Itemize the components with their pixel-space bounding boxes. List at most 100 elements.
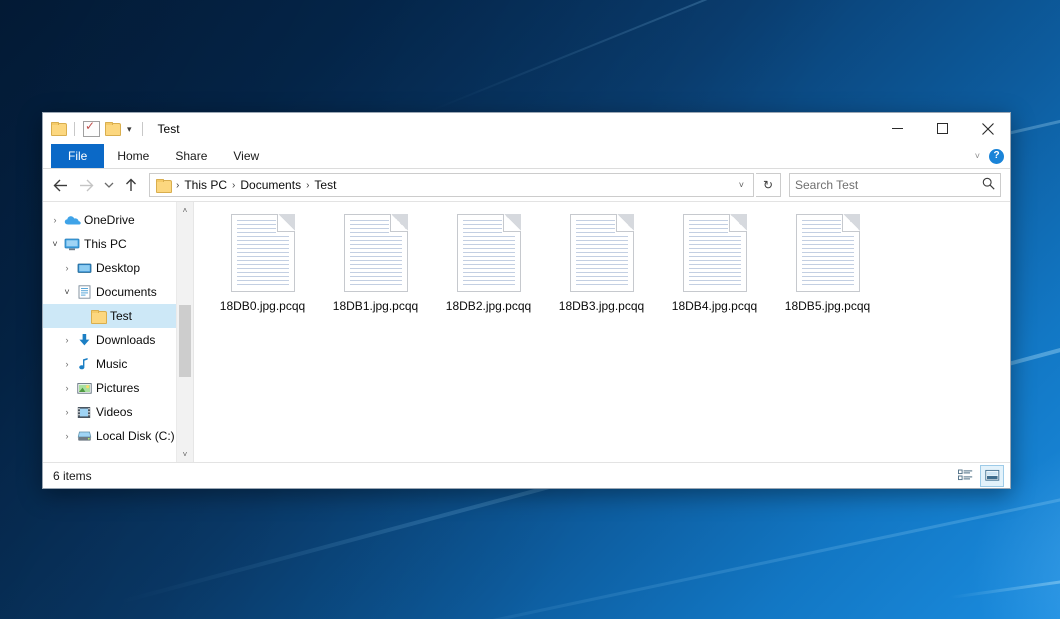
tab-home[interactable]: Home: [104, 144, 162, 168]
breadcrumb-item-this-pc[interactable]: This PC: [181, 178, 230, 192]
file-name-label: 18DB1.jpg.pcqq: [333, 299, 418, 313]
search-input[interactable]: Search Test: [789, 173, 1001, 197]
generic-document-icon: [570, 214, 634, 292]
sidebar-item-downloads[interactable]: › Downloads: [43, 328, 193, 352]
windows-logo-streak: [950, 554, 1060, 599]
desktop-icon: [75, 262, 93, 275]
chevron-down-icon[interactable]: ˅: [59, 288, 75, 297]
up-button[interactable]: [119, 173, 143, 197]
large-icons-view-button[interactable]: [980, 465, 1004, 487]
sidebar-item-this-pc[interactable]: ˅ This PC: [43, 232, 193, 256]
details-view-button[interactable]: [953, 465, 977, 487]
sidebar-item-local-disk-c[interactable]: › Local Disk (C:): [43, 424, 193, 448]
generic-document-icon: [457, 214, 521, 292]
chevron-right-icon[interactable]: ›: [59, 360, 75, 369]
chevron-down-icon[interactable]: ▾: [125, 124, 134, 134]
help-icon[interactable]: ?: [989, 149, 1004, 164]
chevron-down-icon[interactable]: ˅: [47, 240, 63, 249]
downloads-arrow-icon: [75, 333, 93, 347]
chevron-right-icon[interactable]: ›: [59, 336, 75, 345]
forward-button[interactable]: [74, 173, 98, 197]
search-placeholder: Search Test: [795, 178, 982, 192]
breadcrumb-separator: ›: [174, 180, 181, 191]
local-disk-icon: [75, 430, 93, 443]
minimize-button[interactable]: [875, 113, 920, 144]
file-item[interactable]: 18DB5.jpg.pcqq: [771, 214, 884, 332]
sidebar-item-label: Pictures: [96, 381, 139, 395]
window-body: › OneDrive ˅: [43, 201, 1010, 462]
divider: [74, 122, 75, 136]
sidebar-item-desktop[interactable]: › Desktop: [43, 256, 193, 280]
sidebar-item-label: This PC: [84, 237, 127, 251]
sidebar-item-label: Music: [96, 357, 127, 371]
maximize-button[interactable]: [920, 113, 965, 144]
sidebar-item-label: Desktop: [96, 261, 140, 275]
scroll-up-arrow[interactable]: ˄: [177, 202, 193, 218]
sidebar-item-music[interactable]: › Music: [43, 352, 193, 376]
file-item[interactable]: 18DB0.jpg.pcqq: [206, 214, 319, 332]
document-fold: [616, 214, 634, 232]
onedrive-cloud-icon: [63, 214, 81, 226]
sidebar-scrollbar[interactable]: ˄ ˅: [176, 202, 193, 462]
recent-locations-button[interactable]: [100, 173, 117, 197]
item-count-label: 6 items: [53, 469, 92, 483]
breadcrumb-separator: ›: [230, 180, 237, 191]
chevron-right-icon[interactable]: ›: [59, 264, 75, 273]
chevron-right-icon[interactable]: ›: [47, 216, 63, 225]
this-pc-monitor-icon: [63, 238, 81, 251]
sidebar-item-label: OneDrive: [84, 213, 135, 227]
sidebar-item-onedrive[interactable]: › OneDrive: [43, 208, 193, 232]
sidebar-item-label: Videos: [96, 405, 132, 419]
refresh-button[interactable]: ↻: [756, 173, 781, 197]
tab-share[interactable]: Share: [162, 144, 220, 168]
breadcrumb-item-documents[interactable]: Documents: [237, 178, 304, 192]
file-item[interactable]: 18DB1.jpg.pcqq: [319, 214, 432, 332]
generic-document-icon: [344, 214, 408, 292]
chevron-down-icon[interactable]: ˅: [734, 180, 749, 190]
file-name-label: 18DB5.jpg.pcqq: [785, 299, 870, 313]
folder-icon[interactable]: [51, 122, 66, 135]
address-bar: › This PC › Documents › Test ˅ ↻ Search …: [43, 169, 1010, 201]
tab-file[interactable]: File: [51, 144, 104, 168]
chevron-right-icon[interactable]: ›: [59, 408, 75, 417]
navigation-pane: › OneDrive ˅: [43, 202, 193, 462]
breadcrumb-item-test[interactable]: Test: [311, 178, 339, 192]
divider: [142, 122, 143, 136]
scroll-down-arrow[interactable]: ˅: [177, 446, 193, 462]
scrollbar-thumb[interactable]: [179, 305, 191, 377]
file-name-label: 18DB3.jpg.pcqq: [559, 299, 644, 313]
file-name-label: 18DB2.jpg.pcqq: [446, 299, 531, 313]
generic-document-icon: [683, 214, 747, 292]
sidebar-item-test[interactable]: Test: [43, 304, 193, 328]
folder-icon: [156, 179, 171, 192]
view-mode-buttons: [953, 465, 1004, 487]
file-name-label: 18DB0.jpg.pcqq: [220, 299, 305, 313]
file-item[interactable]: 18DB3.jpg.pcqq: [545, 214, 658, 332]
search-icon[interactable]: [982, 177, 995, 193]
document-fold: [390, 214, 408, 232]
sidebar-item-documents[interactable]: ˅ Documents: [43, 280, 193, 304]
new-folder-icon[interactable]: [105, 122, 120, 135]
document-fold: [842, 214, 860, 232]
tab-view[interactable]: View: [220, 144, 272, 168]
file-list-view[interactable]: 18DB0.jpg.pcqq 18DB1.jpg.pcqq: [193, 202, 1010, 462]
title-bar: ▾ Test: [43, 113, 1010, 144]
folder-glyph: [91, 310, 106, 323]
sidebar-item-label: Test: [110, 309, 132, 323]
back-button[interactable]: [48, 173, 72, 197]
chevron-down-icon[interactable]: ˅: [975, 151, 980, 161]
chevron-right-icon[interactable]: ›: [59, 384, 75, 393]
ribbon-right-controls: ˅ ?: [975, 144, 1004, 168]
sidebar-item-pictures[interactable]: › Pictures: [43, 376, 193, 400]
close-button[interactable]: [965, 113, 1010, 144]
properties-checkbox-icon[interactable]: [83, 121, 100, 137]
file-item[interactable]: 18DB2.jpg.pcqq: [432, 214, 545, 332]
wallpaper-ray: [430, 0, 1060, 112]
sidebar-item-videos[interactable]: › Videos: [43, 400, 193, 424]
videos-film-icon: [75, 406, 93, 419]
breadcrumb[interactable]: › This PC › Documents › Test ˅: [149, 173, 754, 197]
generic-document-icon: [231, 214, 295, 292]
quick-access-toolbar: ▾ Test: [43, 121, 180, 137]
chevron-right-icon[interactable]: ›: [59, 432, 75, 441]
file-item[interactable]: 18DB4.jpg.pcqq: [658, 214, 771, 332]
